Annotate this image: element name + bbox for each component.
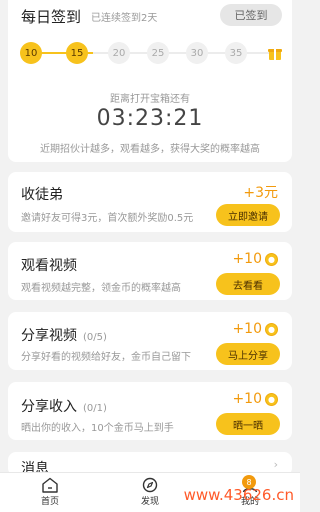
checkin-title: 每日签到 (21, 8, 82, 26)
task-reward: +10 ● (232, 391, 278, 407)
checkin-description: 近期招伙计越多，观看越多，获得大奖的概率越高 (40, 144, 260, 155)
checkin-day-dot: 10 (20, 42, 42, 64)
task-card-share-income: 分享收入 (0/1) 晒出你的收入，10个金币马上到手 +10 ● 晒一晒 (8, 382, 292, 440)
task-title: 分享视频 (0/5) (21, 328, 107, 344)
checkin-day-dot: 35 (225, 42, 247, 64)
gift-box-icon[interactable] (264, 42, 286, 64)
nav-home[interactable]: 首页 (20, 477, 80, 507)
task-title: 收徒弟 (21, 187, 63, 203)
checkin-day-dot: 25 (147, 42, 169, 64)
invite-now-button[interactable]: 立即邀请 (216, 204, 280, 226)
task-description: 晒出你的收入，10个金币马上到手 (21, 423, 174, 434)
checkin-streak-text: 已连续签到2天 (91, 13, 158, 24)
watermark-text: www.43626.cn (183, 486, 294, 504)
checkin-day-dot: 20 (108, 42, 130, 64)
nav-discover-label: 发现 (140, 497, 159, 507)
nav-home-label: 首页 (40, 497, 59, 507)
compass-icon (142, 477, 158, 493)
countdown-label: 距离打开宝箱还有 (110, 94, 190, 105)
countdown-timer: 03:23:21 (96, 106, 204, 131)
task-description: 分享好看的视频给好友，金币自己留下 (21, 352, 191, 363)
task-card-watch: 观看视频 观看视频越完整，领金币的概率越高 +10 ● 去看看 (8, 242, 292, 300)
checkin-progress-track: 10 15 20 25 30 35 (20, 40, 282, 66)
task-description: 观看视频越完整，领金币的概率越高 (21, 283, 181, 294)
task-reward: +10 ● (232, 321, 278, 337)
task-description: 邀请好友可得3元，首次额外奖励0.5元 (21, 213, 194, 224)
task-card-invite: 收徒弟 邀请好友可得3元，首次额外奖励0.5元 +3元 立即邀请 (8, 172, 292, 232)
task-title: 分享收入 (0/1) (21, 399, 107, 415)
checkin-day-dot: 30 (186, 42, 208, 64)
checkin-card: 每日签到 已连续签到2天 已签到 10 15 20 25 30 35 距离打开宝… (8, 0, 292, 162)
nav-discover[interactable]: 发现 (120, 477, 180, 507)
task-progress-count: (0/5) (83, 332, 107, 343)
task-reward: +3元 (243, 185, 278, 201)
task-progress-count: (0/1) (83, 403, 107, 414)
task-reward: +10 ● (232, 251, 278, 267)
task-title: 观看视频 (21, 258, 77, 274)
checked-in-button[interactable]: 已签到 (220, 4, 282, 26)
home-icon (42, 477, 58, 493)
show-off-button[interactable]: 晒一晒 (216, 413, 280, 435)
chevron-right-icon: › (273, 458, 278, 471)
go-watch-button[interactable]: 去看看 (216, 273, 280, 295)
coin-icon: ● (265, 322, 278, 336)
share-now-button[interactable]: 马上分享 (216, 343, 280, 365)
coin-icon: ● (265, 392, 278, 406)
coin-icon: ● (265, 252, 278, 266)
task-card-share-video: 分享视频 (0/5) 分享好看的视频给好友，金币自己留下 +10 ● 马上分享 (8, 312, 292, 370)
checkin-day-dot: 15 (66, 42, 88, 64)
